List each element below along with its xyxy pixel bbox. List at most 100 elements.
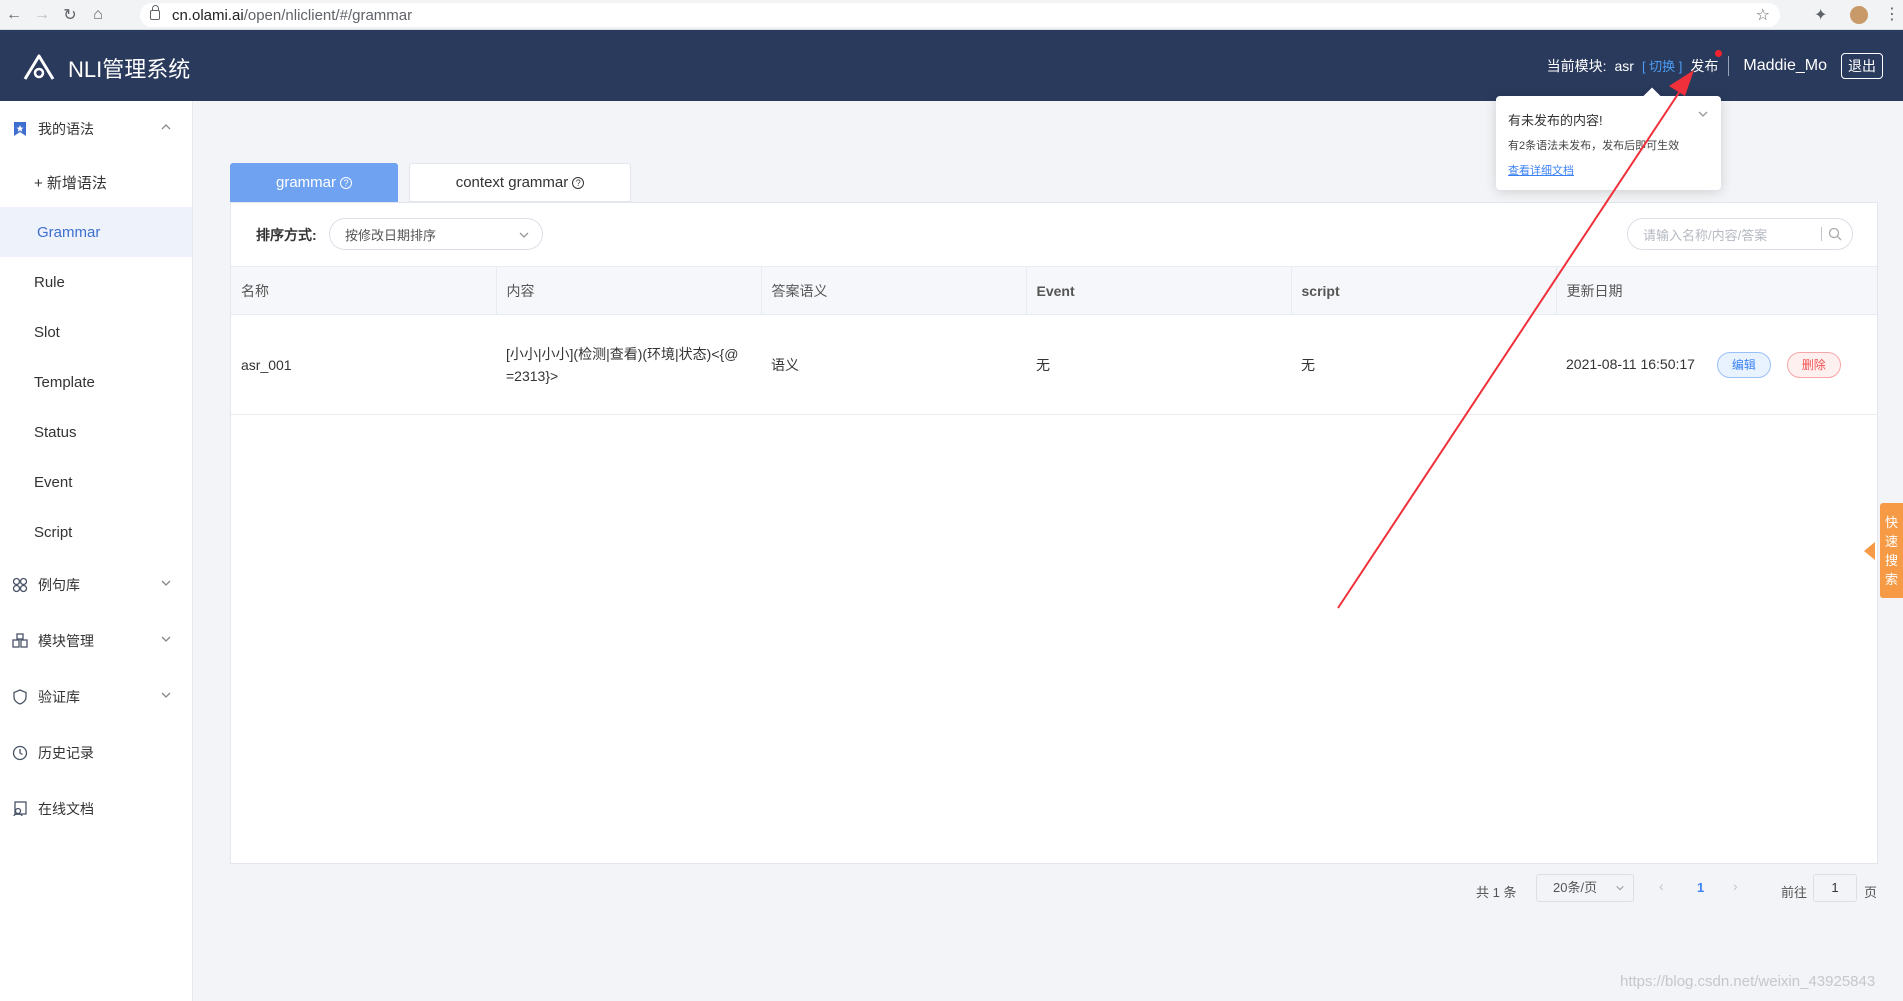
sidebar-group-my-grammar[interactable]: 我的语法	[0, 101, 192, 157]
cell-content: [小小|小小](检测|查看)(环境|状态)<{@ =2313}>	[496, 314, 761, 415]
sidebar-item-status[interactable]: Status	[0, 407, 192, 457]
cell-script: 无	[1291, 314, 1556, 415]
sidebar-item-event[interactable]: Event	[0, 457, 192, 507]
sort-label: 排序方式:	[256, 227, 317, 243]
page-number[interactable]: 1	[1697, 880, 1704, 895]
publish-label: 发布	[1690, 57, 1719, 74]
tab-context-grammar[interactable]: context grammar?	[409, 163, 631, 202]
reload-icon[interactable]: ↻	[56, 0, 84, 30]
table-row: asr_001 [小小|小小](检测|查看)(环境|状态)<{@ =2313}>…	[231, 314, 1877, 415]
content-line: =2313}>	[506, 367, 559, 384]
edit-button[interactable]: 编辑	[1716, 351, 1771, 378]
quick-search-char: 搜	[1884, 552, 1898, 568]
quick-search-char: 快	[1884, 514, 1898, 530]
search-icon[interactable]	[1828, 227, 1842, 241]
chevron-down-icon	[161, 580, 171, 586]
next-page-button[interactable]: ›	[1733, 878, 1738, 894]
tab-label: context grammar	[455, 174, 569, 191]
sidebar-item-script[interactable]: Script	[0, 507, 192, 557]
goto-label: 前往	[1781, 885, 1808, 900]
sidebar-item-rule[interactable]: Rule	[0, 257, 192, 307]
sidebar-group-label: 模块管理	[38, 633, 94, 649]
popover-message: 有2条语法未发布，发布后即可生效	[1508, 140, 1680, 152]
sidebar-group-history[interactable]: 历史记录	[0, 725, 192, 781]
sidebar-item-grammar[interactable]: Grammar	[0, 207, 192, 257]
sidebar: 我的语法 + 新增语法 Grammar Rule Slot Template S…	[0, 101, 193, 1001]
popover-doc-link[interactable]: 查看详细文档	[1508, 162, 1574, 178]
quick-search-tab[interactable]: 快 速 搜 索	[1880, 503, 1903, 598]
cell-event: 无	[1026, 314, 1291, 415]
add-grammar-link[interactable]: + 新增语法	[0, 157, 192, 207]
username[interactable]: Maddie_Mo	[1743, 57, 1827, 75]
watermark: https://blog.csdn.net/weixin_43925843	[1620, 973, 1876, 990]
column-header: 名称	[231, 266, 497, 315]
content-line: [小小|小小](检测|查看)(环境|状态)<{@	[506, 345, 739, 362]
url-text: cn.olami.ai/open/nliclient/#/grammar	[172, 6, 413, 24]
column-header: 内容	[496, 266, 762, 315]
address-bar[interactable]: cn.olami.ai/open/nliclient/#/grammar ☆	[140, 3, 1780, 27]
page-size-select[interactable]: 20条/页	[1536, 874, 1634, 902]
help-icon[interactable]: ?	[340, 176, 352, 189]
page-suffix: 页	[1864, 885, 1878, 900]
chevron-down-icon	[1616, 885, 1624, 891]
sidebar-group-modules[interactable]: 模块管理	[0, 613, 192, 669]
chevron-down-icon	[519, 232, 529, 238]
unpublished-popover: 有未发布的内容! 有2条语法未发布，发布后即可生效 查看详细文档	[1496, 87, 1721, 190]
unpublished-dot	[1715, 49, 1723, 57]
updated-date: 2021-08-11 16:50:17	[1566, 355, 1695, 372]
current-module-label: 当前模块:	[1546, 57, 1607, 74]
lock-icon	[150, 5, 160, 20]
quick-search-char: 索	[1884, 571, 1898, 587]
publish-button[interactable]: 发布	[1690, 49, 1723, 76]
grammar-table: 名称 内容 答案语义 Event script 更新日期 asr_001 [小小…	[231, 266, 1877, 415]
profile-avatar[interactable]	[1848, 4, 1870, 26]
module-icon	[12, 633, 28, 649]
sidebar-item-slot[interactable]: Slot	[0, 307, 192, 357]
sort-value: 按修改日期排序	[345, 227, 437, 243]
column-header: Event	[1026, 266, 1292, 315]
bookmark-star-icon[interactable]: ☆	[1756, 5, 1770, 25]
extensions-puzzle-icon[interactable]: ✦	[1814, 5, 1827, 25]
header-divider	[1728, 55, 1730, 76]
chevron-down-icon[interactable]	[1697, 108, 1709, 120]
sidebar-group-label: 我的语法	[38, 121, 94, 137]
goto-page-input[interactable]: 1	[1813, 874, 1857, 902]
chevron-down-icon	[161, 692, 171, 698]
sidebar-item-template[interactable]: Template	[0, 357, 192, 407]
current-module-name: asr	[1614, 57, 1634, 74]
table-header-row: 名称 内容 答案语义 Event script 更新日期	[231, 266, 1877, 315]
help-icon[interactable]: ?	[572, 176, 585, 189]
search-placeholder: 请输入名称/内容/答案	[1643, 227, 1768, 243]
back-icon[interactable]: ←	[0, 0, 28, 30]
clock-icon	[12, 745, 28, 761]
browser-toolbar: ← → ↻ ⌂ cn.olami.ai/open/nliclient/#/gra…	[0, 0, 1903, 30]
switch-module-link[interactable]: [ 切换 ]	[1642, 56, 1682, 75]
sidebar-group-examples[interactable]: 例句库	[0, 557, 192, 613]
sidebar-group-label: 例句库	[38, 577, 80, 593]
shield-icon	[12, 689, 28, 705]
chevron-down-icon	[161, 636, 171, 642]
popover-title: 有未发布的内容!	[1508, 113, 1603, 128]
quick-search-arrow-icon[interactable]	[1864, 542, 1875, 560]
sort-select[interactable]: 按修改日期排序	[329, 218, 543, 250]
pagination: 共 1 条 20条/页 ‹ 1 › 前往 1 页	[193, 864, 1903, 914]
app-logo-icon	[23, 54, 55, 80]
chevron-up-icon	[161, 124, 171, 130]
quick-search-char: 速	[1884, 533, 1898, 549]
prev-page-button[interactable]: ‹	[1659, 878, 1664, 894]
logout-button[interactable]: 退出	[1841, 52, 1883, 79]
forward-icon[interactable]: →	[28, 0, 56, 30]
sidebar-group-docs[interactable]: 在线文档	[0, 781, 192, 837]
search-divider	[1821, 227, 1822, 241]
browser-menu-icon[interactable]: ⋮	[1884, 4, 1900, 24]
sidebar-group-label: 验证库	[38, 689, 80, 705]
cell-updated: 2021-08-11 16:50:17 编辑 删除	[1556, 314, 1877, 415]
delete-button[interactable]: 删除	[1786, 351, 1841, 378]
tab-grammar[interactable]: grammar?	[230, 163, 398, 202]
search-input[interactable]: 请输入名称/内容/答案	[1627, 218, 1853, 250]
page-size-value: 20条/页	[1553, 880, 1598, 895]
document-user-icon	[12, 801, 28, 817]
home-icon[interactable]: ⌂	[84, 0, 112, 30]
column-header: 更新日期	[1556, 266, 1877, 315]
sidebar-group-validation[interactable]: 验证库	[0, 669, 192, 725]
